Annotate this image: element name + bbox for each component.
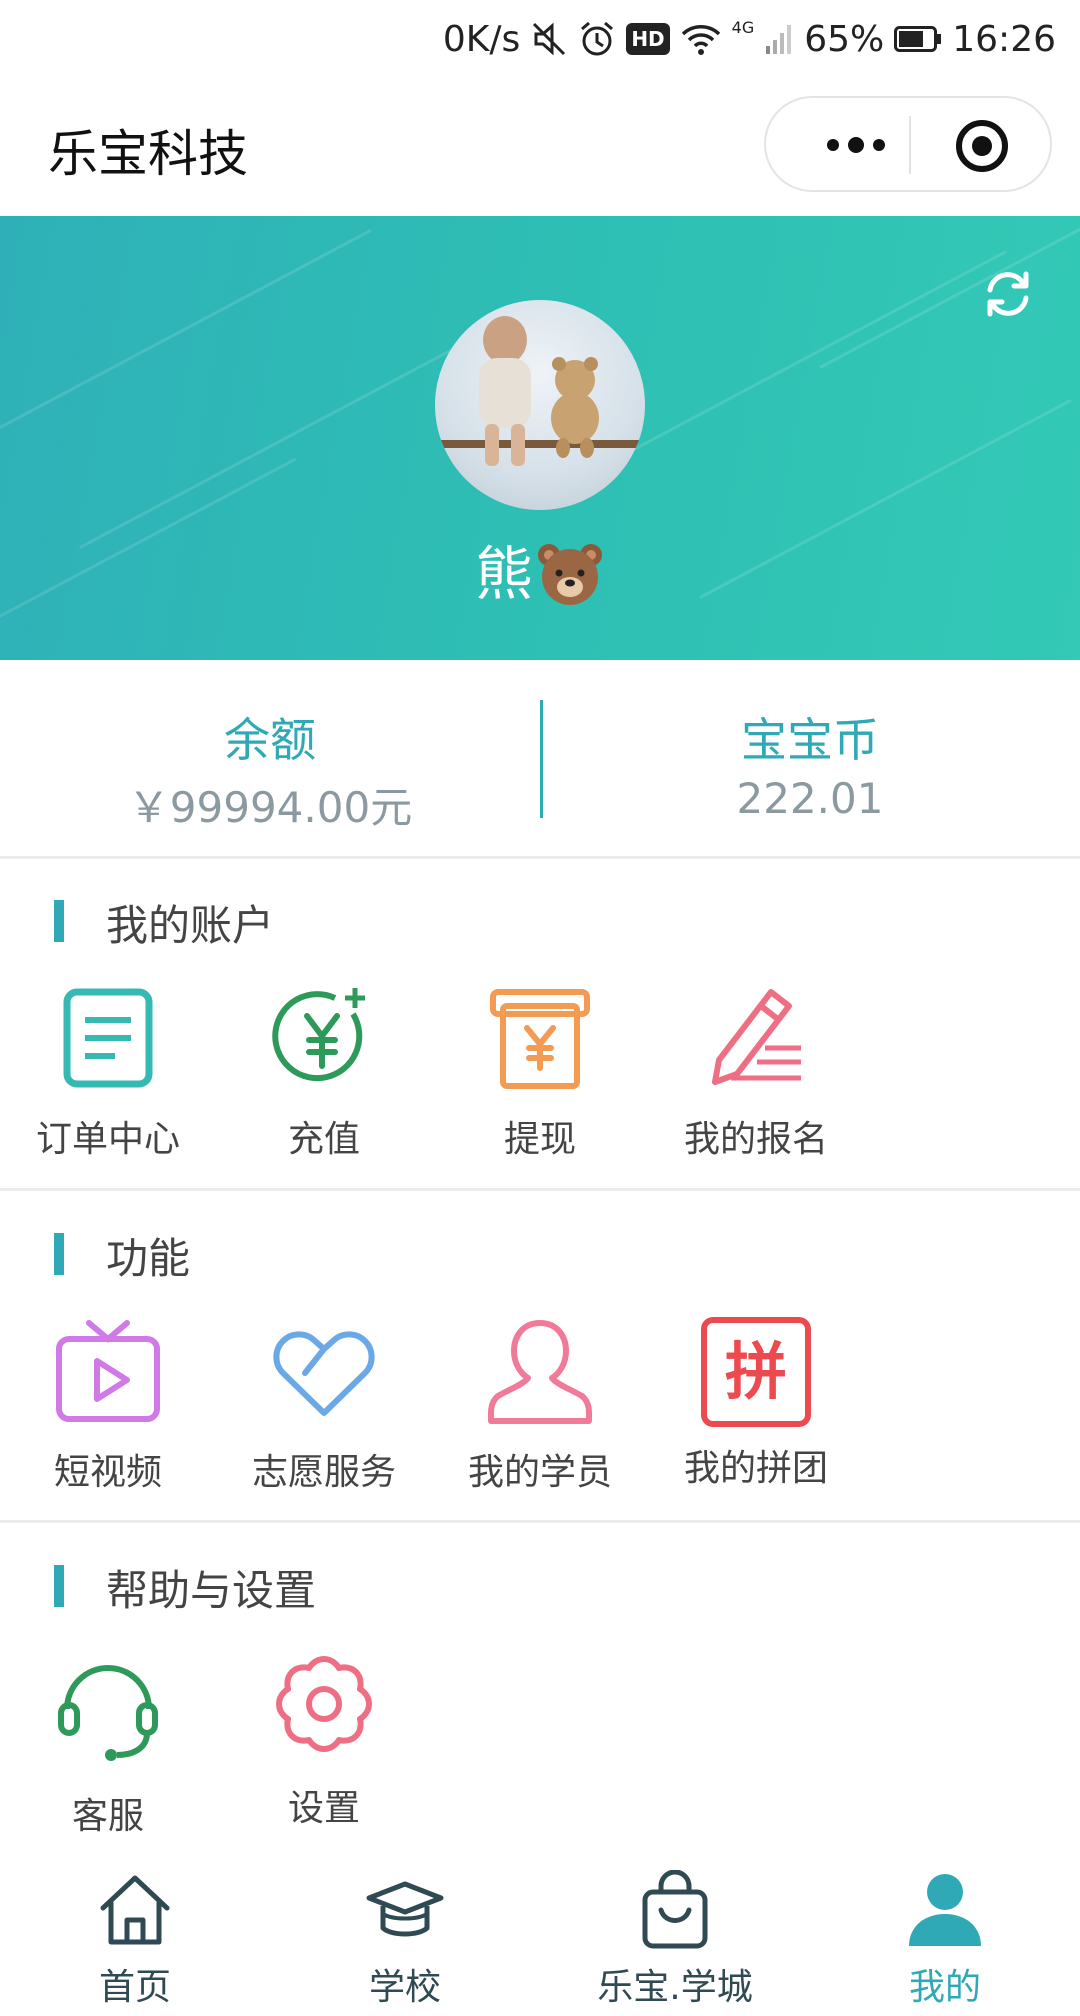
account-section: 我的账户 订单中心 充值 提现 我的报名 bbox=[0, 856, 1080, 1188]
refresh-icon[interactable] bbox=[980, 266, 1036, 322]
alarm-icon bbox=[581, 21, 614, 56]
more-options-button[interactable] bbox=[806, 116, 906, 174]
my-students-label: 我的学员 bbox=[467, 1452, 612, 1493]
my-group-buy-label: 我的拼团 bbox=[683, 1448, 828, 1489]
mini-program-capsule bbox=[764, 96, 1052, 192]
help-section-title: 帮助与设置 bbox=[106, 1566, 317, 1615]
tab-school[interactable]: 学校 bbox=[270, 1860, 540, 2016]
section-marker bbox=[54, 1233, 64, 1275]
order-center-label: 订单中心 bbox=[35, 1119, 180, 1160]
app-title: 乐宝科技 bbox=[48, 125, 248, 183]
volunteer-service-label: 志愿服务 bbox=[251, 1452, 396, 1493]
nickname-text: 熊 bbox=[474, 540, 533, 608]
withdraw-label: 提现 bbox=[503, 1119, 576, 1160]
help-settings-section: 帮助与设置 客服 设置 bbox=[0, 1523, 1080, 1860]
home-icon bbox=[100, 1875, 170, 1945]
student-icon bbox=[488, 1320, 592, 1424]
function-section-title: 功能 bbox=[106, 1234, 191, 1283]
nav-bar: 乐宝科技 bbox=[0, 80, 1080, 216]
tab-mine-label: 我的 bbox=[908, 1967, 981, 2008]
clock: 16:26 bbox=[952, 18, 1056, 60]
order-center-button[interactable]: 订单中心 bbox=[0, 984, 216, 1162]
mute-icon bbox=[533, 22, 566, 56]
profile-banner: 熊 bbox=[0, 216, 1080, 660]
net-speed: 0K/s bbox=[442, 18, 521, 60]
my-signup-button[interactable]: 我的报名 bbox=[648, 984, 864, 1162]
my-students-button[interactable]: 我的学员 bbox=[432, 1317, 648, 1495]
recharge-button[interactable]: 充值 bbox=[216, 984, 432, 1162]
withdraw-button[interactable]: 提现 bbox=[432, 984, 648, 1162]
nickname: 熊 bbox=[0, 534, 1080, 614]
balance-value: ￥99994.00元 bbox=[127, 783, 413, 832]
account-section-title: 我的账户 bbox=[106, 901, 275, 950]
tab-home[interactable]: 首页 bbox=[0, 1860, 270, 2016]
tab-mine[interactable]: 我的 bbox=[810, 1860, 1080, 2016]
tab-home-label: 首页 bbox=[98, 1967, 171, 2008]
avatar-photo bbox=[435, 316, 645, 466]
settings-button[interactable]: 设置 bbox=[216, 1653, 432, 1831]
baby-coin-label: 宝宝币 bbox=[741, 713, 879, 767]
customer-service-button[interactable]: 客服 bbox=[0, 1653, 216, 1839]
battery-percent: 65% bbox=[804, 18, 885, 60]
bottom-tab-bar: 首页 学校 乐宝.学城 我的 bbox=[0, 1860, 1080, 2016]
battery-icon bbox=[894, 26, 942, 52]
close-mini-program-button[interactable] bbox=[956, 120, 1008, 172]
tab-mall[interactable]: 乐宝.学城 bbox=[540, 1860, 810, 2016]
short-video-label: 短视频 bbox=[53, 1452, 162, 1493]
baby-coin-stat[interactable]: 宝宝币 222.01 bbox=[540, 660, 1080, 856]
my-signup-label: 我的报名 bbox=[683, 1119, 828, 1160]
my-group-buy-button[interactable]: 拼 我的拼团 bbox=[648, 1317, 864, 1491]
graduation-cap-icon bbox=[366, 1881, 444, 1937]
settings-label: 设置 bbox=[287, 1788, 360, 1829]
status-bar: 0K/s HD 4G 65% 16:26 bbox=[0, 0, 1080, 80]
shopping-bag-icon bbox=[642, 1869, 708, 1949]
section-marker bbox=[54, 900, 64, 942]
wallet-stats: 余额 ￥99994.00元 宝宝币 222.01 bbox=[0, 660, 1080, 859]
function-section: 功能 短视频 志愿服务 我的学员 拼 我的拼团 bbox=[0, 1191, 1080, 1521]
order-list-icon bbox=[63, 988, 153, 1088]
recharge-icon bbox=[272, 988, 365, 1082]
customer-service-label: 客服 bbox=[71, 1796, 144, 1837]
user-icon bbox=[909, 1874, 981, 1946]
hd-badge: HD bbox=[626, 23, 670, 55]
bear-emoji-icon bbox=[538, 543, 602, 605]
settings-flower-icon bbox=[276, 1656, 372, 1752]
withdraw-icon bbox=[490, 989, 590, 1089]
short-video-button[interactable]: 短视频 bbox=[0, 1317, 216, 1495]
section-marker bbox=[54, 1565, 64, 1607]
signal-icon bbox=[766, 25, 792, 54]
heart-icon bbox=[273, 1331, 375, 1416]
volunteer-service-button[interactable]: 志愿服务 bbox=[216, 1317, 432, 1495]
network-type: 4G bbox=[731, 17, 755, 37]
baby-coin-value: 222.01 bbox=[736, 774, 884, 823]
tab-school-label: 学校 bbox=[368, 1967, 441, 2008]
balance-stat[interactable]: 余额 ￥99994.00元 bbox=[0, 660, 540, 856]
group-buy-glyph: 拼 bbox=[724, 1335, 787, 1408]
tab-mall-label: 乐宝.学城 bbox=[597, 1967, 753, 2008]
avatar[interactable] bbox=[435, 300, 645, 510]
headset-icon bbox=[58, 1665, 158, 1761]
wifi-icon bbox=[681, 25, 720, 55]
capsule-divider bbox=[909, 116, 911, 174]
group-buy-icon: 拼 bbox=[701, 1317, 811, 1427]
signup-pen-icon bbox=[712, 989, 801, 1085]
balance-label: 余额 bbox=[224, 713, 316, 767]
recharge-label: 充值 bbox=[287, 1119, 360, 1160]
video-tv-icon bbox=[56, 1320, 160, 1422]
